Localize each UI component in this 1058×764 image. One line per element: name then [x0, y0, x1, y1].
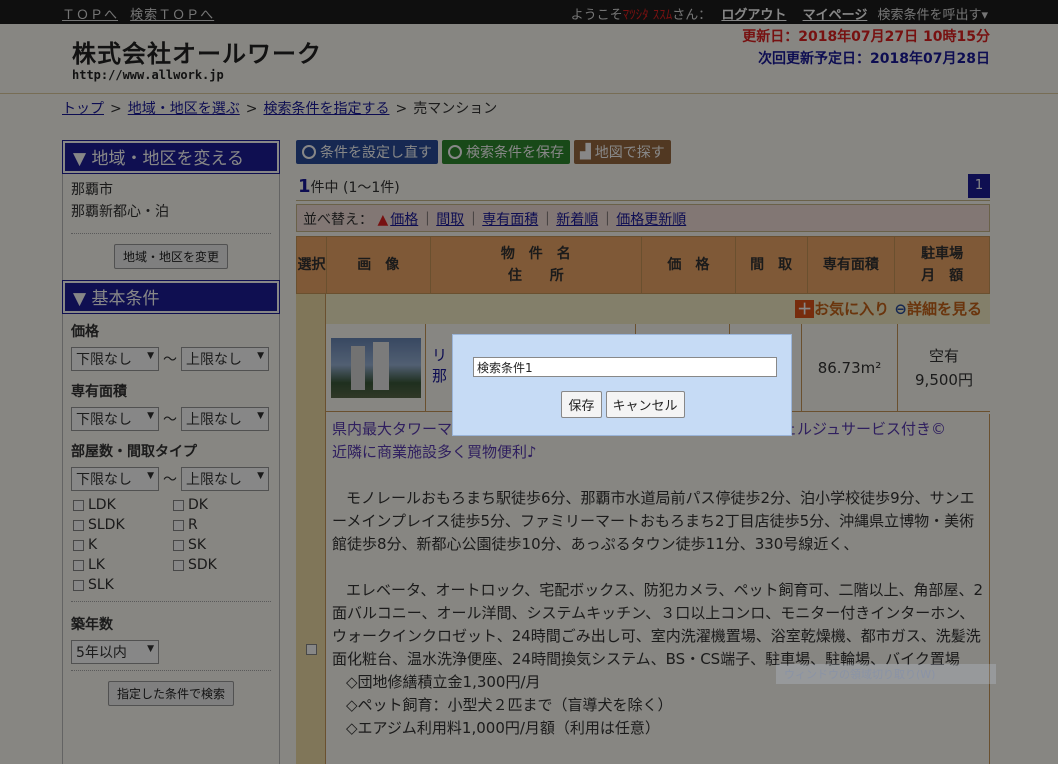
save-conditions-dialog: 保存 キャンセル	[452, 334, 792, 436]
dialog-save-button[interactable]: 保存	[561, 391, 602, 418]
condition-name-input[interactable]	[473, 357, 777, 377]
window-snip-hint: ウィンドウの領域切り取り(W)	[776, 664, 996, 684]
dialog-cancel-button[interactable]: キャンセル	[605, 391, 685, 418]
